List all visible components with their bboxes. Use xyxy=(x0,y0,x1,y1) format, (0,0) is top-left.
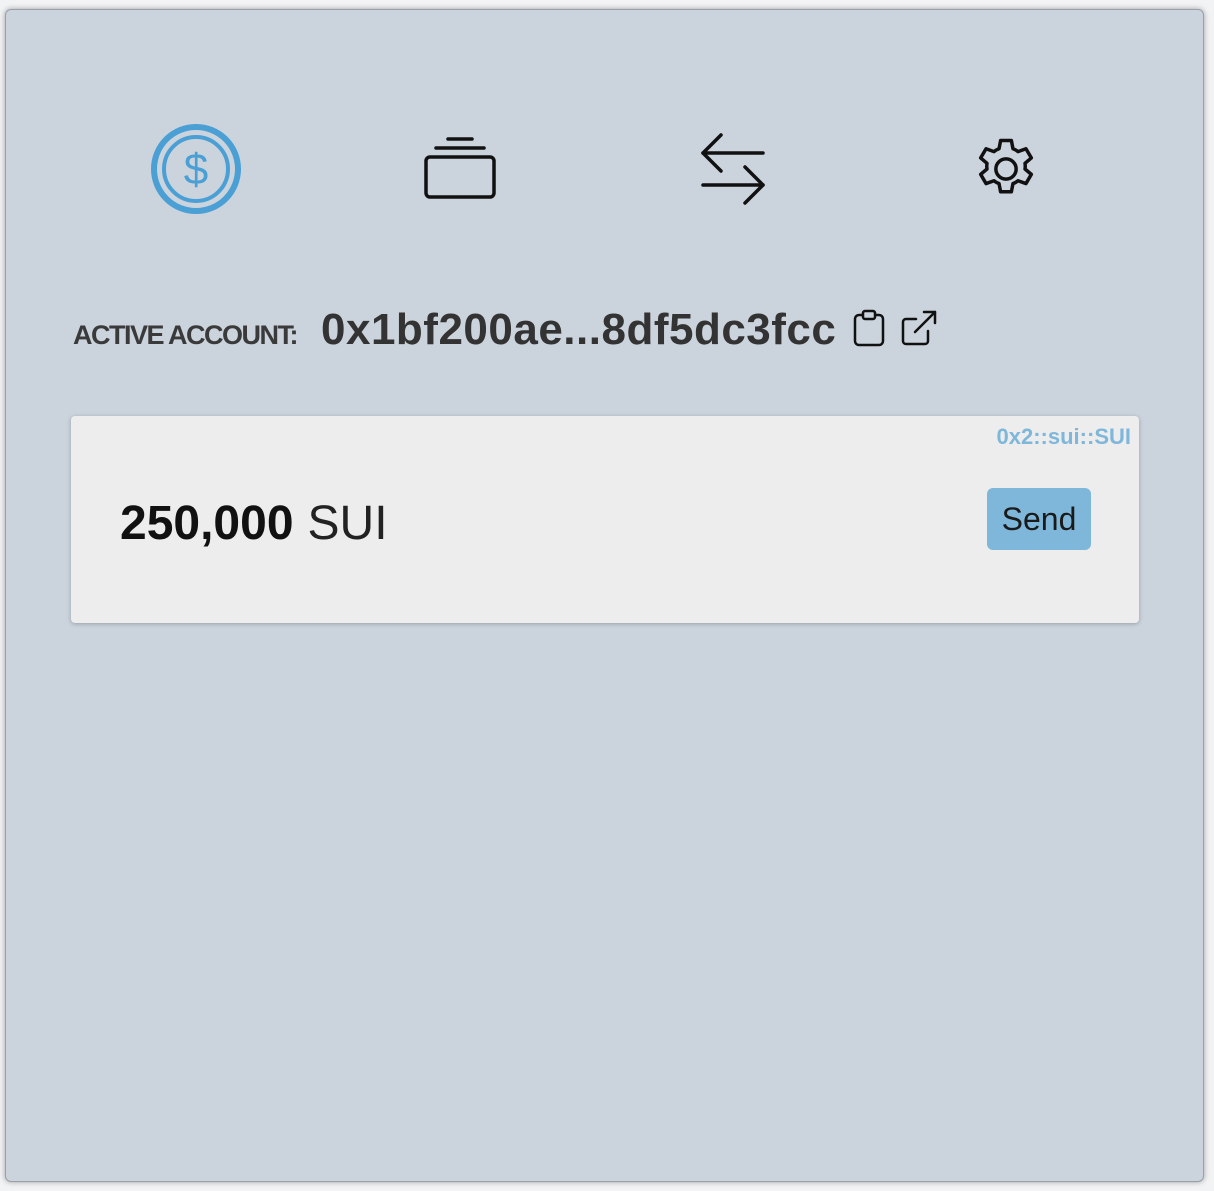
nav-tab-transactions[interactable] xyxy=(678,114,788,224)
nav-tab-settings[interactable] xyxy=(951,114,1061,224)
send-button[interactable]: Send xyxy=(987,488,1091,550)
clipboard-icon xyxy=(852,309,886,352)
stacked-cards-icon xyxy=(422,134,498,204)
swap-arrows-icon xyxy=(697,131,769,207)
coin-balance-card: 0x2::sui::SUI 250,000 SUI Send xyxy=(71,416,1139,623)
coin-type-label: 0x2::sui::SUI xyxy=(996,424,1131,449)
gear-icon xyxy=(968,131,1044,207)
nav-tab-nfts[interactable] xyxy=(405,114,515,224)
main-nav: $ xyxy=(6,114,1203,224)
balance-symbol: SUI xyxy=(307,497,388,550)
active-account-row: ACTIVE ACCOUNT: 0x1bf200ae...8df5dc3fcc xyxy=(73,300,938,360)
balance-amount: 250,000 xyxy=(120,497,294,550)
account-address: 0x1bf200ae...8df5dc3fcc xyxy=(321,305,837,354)
nav-tab-tokens[interactable]: $ xyxy=(141,114,251,224)
view-in-explorer-button[interactable] xyxy=(900,309,938,352)
copy-address-button[interactable] xyxy=(852,309,886,352)
dollar-coin-icon: $ xyxy=(150,123,242,215)
svg-text:$: $ xyxy=(184,145,208,194)
wallet-window: $ ACTIVE ACCOUNT: 0x1bf200ae...8df5dc3fc… xyxy=(5,9,1204,1182)
external-link-icon xyxy=(900,309,938,352)
coin-balance: 250,000 SUI xyxy=(120,496,388,551)
active-account-label: ACTIVE ACCOUNT: xyxy=(73,319,299,350)
